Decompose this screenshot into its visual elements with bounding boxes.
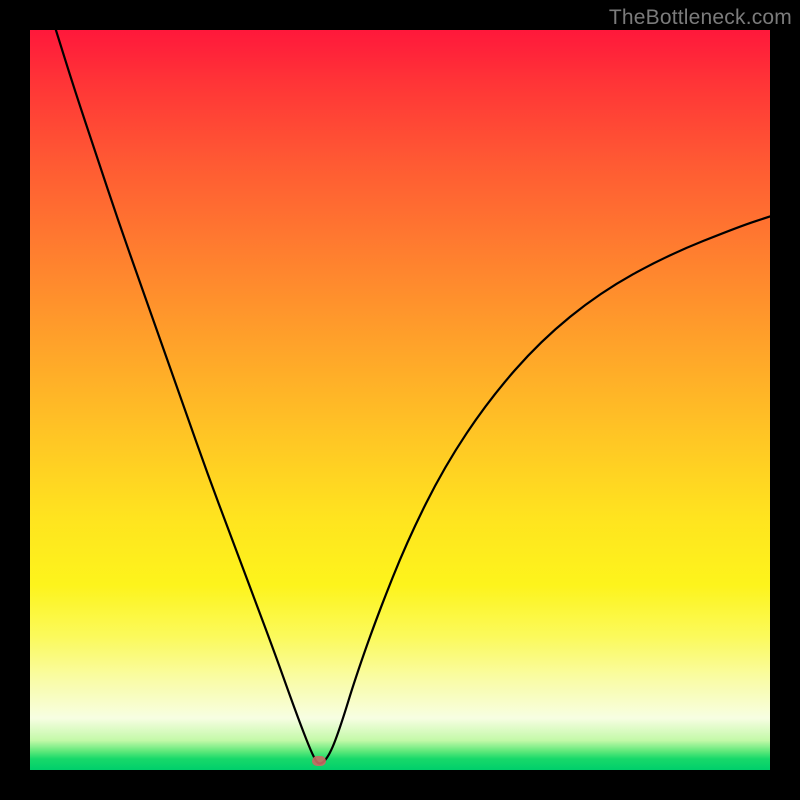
watermark-text: TheBottleneck.com [609, 6, 792, 30]
plot-area [30, 30, 770, 770]
optimal-point-marker [312, 756, 326, 766]
bottleneck-curve [30, 30, 770, 770]
chart-frame: TheBottleneck.com [0, 0, 800, 800]
